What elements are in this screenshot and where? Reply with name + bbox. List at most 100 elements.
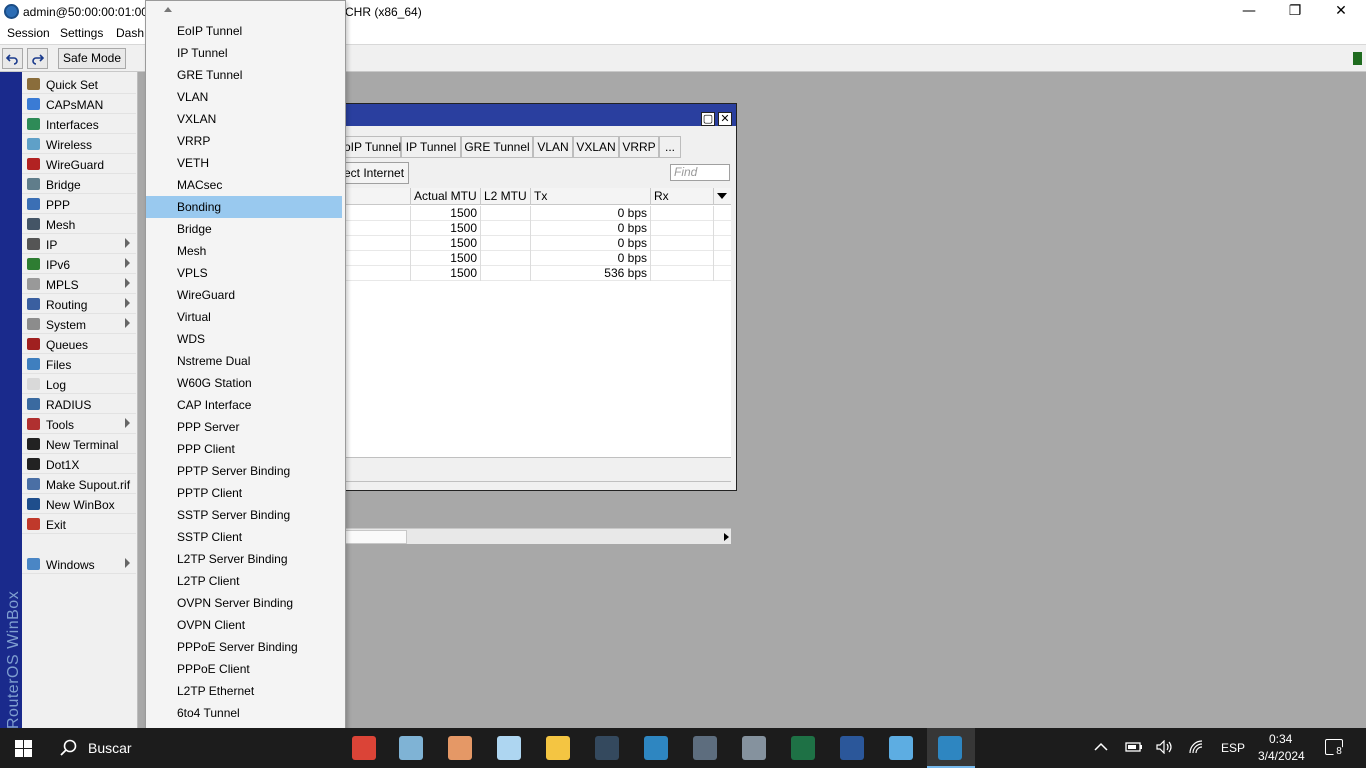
- input-language[interactable]: ESP: [1221, 741, 1245, 755]
- scroll-right-icon[interactable]: [724, 533, 729, 541]
- tab-oip-tunnel[interactable]: oIP Tunnel: [343, 136, 401, 158]
- sidebar-item-ipv6[interactable]: IPv6: [22, 254, 136, 274]
- tab-vxlan[interactable]: VXLAN: [573, 136, 619, 158]
- menu-item-l2tp-server-binding[interactable]: L2TP Server Binding: [146, 548, 342, 570]
- paint-icon[interactable]: [448, 736, 472, 760]
- menu-item-ppp-client[interactable]: PPP Client: [146, 438, 342, 460]
- chevron-up-icon[interactable]: [1094, 742, 1108, 752]
- battery-icon[interactable]: [1125, 741, 1143, 753]
- restore-button[interactable]: ❐: [1272, 0, 1318, 24]
- column-header-actual-mtu[interactable]: Actual MTU: [411, 188, 481, 205]
- table-row[interactable]: 1500 0 bps: [343, 221, 731, 236]
- column-header-l2-mtu[interactable]: L2 MTU: [481, 188, 531, 205]
- table-row[interactable]: 1500 0 bps: [343, 206, 731, 221]
- menu-item-nstreme-dual[interactable]: Nstreme Dual: [146, 350, 342, 372]
- sidebar-item-bridge[interactable]: Bridge: [22, 174, 136, 194]
- menu-item-vpls[interactable]: VPLS: [146, 262, 342, 284]
- menu-item-pppoe-server-binding[interactable]: PPPoE Server Binding: [146, 636, 342, 658]
- sidebar-item-quick-set[interactable]: Quick Set: [22, 74, 136, 94]
- sidebar-item-mesh[interactable]: Mesh: [22, 214, 136, 234]
- close-button[interactable]: ✕: [1318, 0, 1364, 24]
- menu-item-vxlan[interactable]: VXLAN: [146, 108, 342, 130]
- menu-item-sstp-server-binding[interactable]: SSTP Server Binding: [146, 504, 342, 526]
- redo-button[interactable]: [27, 48, 48, 69]
- sidebar-item-tools[interactable]: Tools: [22, 414, 136, 434]
- winbox-task-icon[interactable]: [938, 736, 962, 760]
- menu-session[interactable]: Session: [7, 26, 50, 40]
- search-box[interactable]: Buscar: [88, 740, 132, 756]
- menu-item-pppoe-client[interactable]: PPPoE Client: [146, 658, 342, 680]
- column-header-rx[interactable]: Rx: [651, 188, 714, 205]
- sidebar-item-mpls[interactable]: MPLS: [22, 274, 136, 294]
- tab-ip-tunnel[interactable]: IP Tunnel: [401, 136, 461, 158]
- menu-item-eoip-tunnel[interactable]: EoIP Tunnel: [146, 20, 342, 42]
- start-icon[interactable]: [15, 740, 32, 757]
- app-blue-orange-icon[interactable]: [644, 736, 668, 760]
- menu-item-gre-tunnel[interactable]: GRE Tunnel: [146, 64, 342, 86]
- menu-item-ovpn-client[interactable]: OVPN Client: [146, 614, 342, 636]
- menu-item-bridge[interactable]: Bridge: [146, 218, 342, 240]
- tab-gre-tunnel[interactable]: GRE Tunnel: [461, 136, 533, 158]
- sidebar-item-new-winbox[interactable]: New WinBox: [22, 494, 136, 514]
- sidebar-item-ip[interactable]: IP: [22, 234, 136, 254]
- scrollbar-thumb[interactable]: [343, 530, 407, 544]
- tab-vrrp[interactable]: VRRP: [619, 136, 659, 158]
- clock-time[interactable]: 0:34: [1269, 732, 1292, 746]
- undo-button[interactable]: [2, 48, 23, 69]
- close-window-button[interactable]: ✕: [718, 112, 732, 126]
- column-header-name[interactable]: [343, 188, 411, 205]
- menu-settings[interactable]: Settings: [60, 26, 103, 40]
- notes-icon[interactable]: [399, 736, 423, 760]
- network-icon[interactable]: [742, 736, 766, 760]
- table-row[interactable]: 1500 0 bps: [343, 251, 731, 266]
- menu-item-virtual[interactable]: Virtual: [146, 306, 342, 328]
- menu-item-ip-tunnel[interactable]: IP Tunnel: [146, 42, 342, 64]
- gns3-icon[interactable]: [693, 736, 717, 760]
- safe-mode-button[interactable]: Safe Mode: [58, 48, 126, 69]
- tab-more[interactable]: ...: [659, 136, 681, 158]
- sidebar-item-wireguard[interactable]: WireGuard: [22, 154, 136, 174]
- maximize-window-button[interactable]: ▢: [701, 112, 715, 126]
- app-dark-icon[interactable]: [595, 736, 619, 760]
- menu-item-wireguard[interactable]: WireGuard: [146, 284, 342, 306]
- menu-item-6to4-tunnel[interactable]: 6to4 Tunnel: [146, 702, 342, 724]
- sidebar-item-files[interactable]: Files: [22, 354, 136, 374]
- excel-icon[interactable]: [791, 736, 815, 760]
- clock-date[interactable]: 3/4/2024: [1258, 749, 1305, 763]
- menu-item-macsec[interactable]: MACsec: [146, 174, 342, 196]
- menu-item-cap-interface[interactable]: CAP Interface: [146, 394, 342, 416]
- sidebar-item-wireless[interactable]: Wireless: [22, 134, 136, 154]
- horizontal-scrollbar[interactable]: [343, 528, 731, 544]
- sidebar-item-windows[interactable]: Windows: [22, 554, 136, 574]
- sidebar-item-new-terminal[interactable]: New Terminal: [22, 434, 136, 454]
- dropdown-scroll-up-icon[interactable]: [164, 7, 172, 12]
- sidebar-item-exit[interactable]: Exit: [22, 514, 136, 534]
- computer-icon[interactable]: [889, 736, 913, 760]
- menu-item-wds[interactable]: WDS: [146, 328, 342, 350]
- chrome-icon[interactable]: [352, 736, 376, 760]
- menu-dashboard[interactable]: Dash: [116, 26, 144, 40]
- menu-item-bonding[interactable]: Bonding: [146, 196, 342, 218]
- table-row[interactable]: 1500 0 bps: [343, 236, 731, 251]
- sidebar-item-make-supout-rif[interactable]: Make Supout.rif: [22, 474, 136, 494]
- menu-item-vrrp[interactable]: VRRP: [146, 130, 342, 152]
- file-explorer-icon[interactable]: [546, 736, 570, 760]
- menu-item-pptp-server-binding[interactable]: PPTP Server Binding: [146, 460, 342, 482]
- menu-item-ppp-server[interactable]: PPP Server: [146, 416, 342, 438]
- word-icon[interactable]: [840, 736, 864, 760]
- sidebar-item-capsman[interactable]: CAPsMAN: [22, 94, 136, 114]
- column-header-tx[interactable]: Tx: [531, 188, 651, 205]
- sidebar-item-ppp[interactable]: PPP: [22, 194, 136, 214]
- detect-internet-button[interactable]: ect Internet: [343, 162, 409, 184]
- menu-item-l2tp-ethernet[interactable]: L2TP Ethernet: [146, 680, 342, 702]
- sidebar-item-interfaces[interactable]: Interfaces: [22, 114, 136, 134]
- sidebar-item-radius[interactable]: RADIUS: [22, 394, 136, 414]
- columns-menu-button[interactable]: [714, 188, 731, 205]
- sidebar-item-queues[interactable]: Queues: [22, 334, 136, 354]
- minimize-button[interactable]: —: [1226, 0, 1272, 24]
- search-icon[interactable]: [60, 739, 78, 757]
- menu-item-vlan[interactable]: VLAN: [146, 86, 342, 108]
- menu-item-w60g-station[interactable]: W60G Station: [146, 372, 342, 394]
- menu-item-l2tp-client[interactable]: L2TP Client: [146, 570, 342, 592]
- menu-item-veth[interactable]: VETH: [146, 152, 342, 174]
